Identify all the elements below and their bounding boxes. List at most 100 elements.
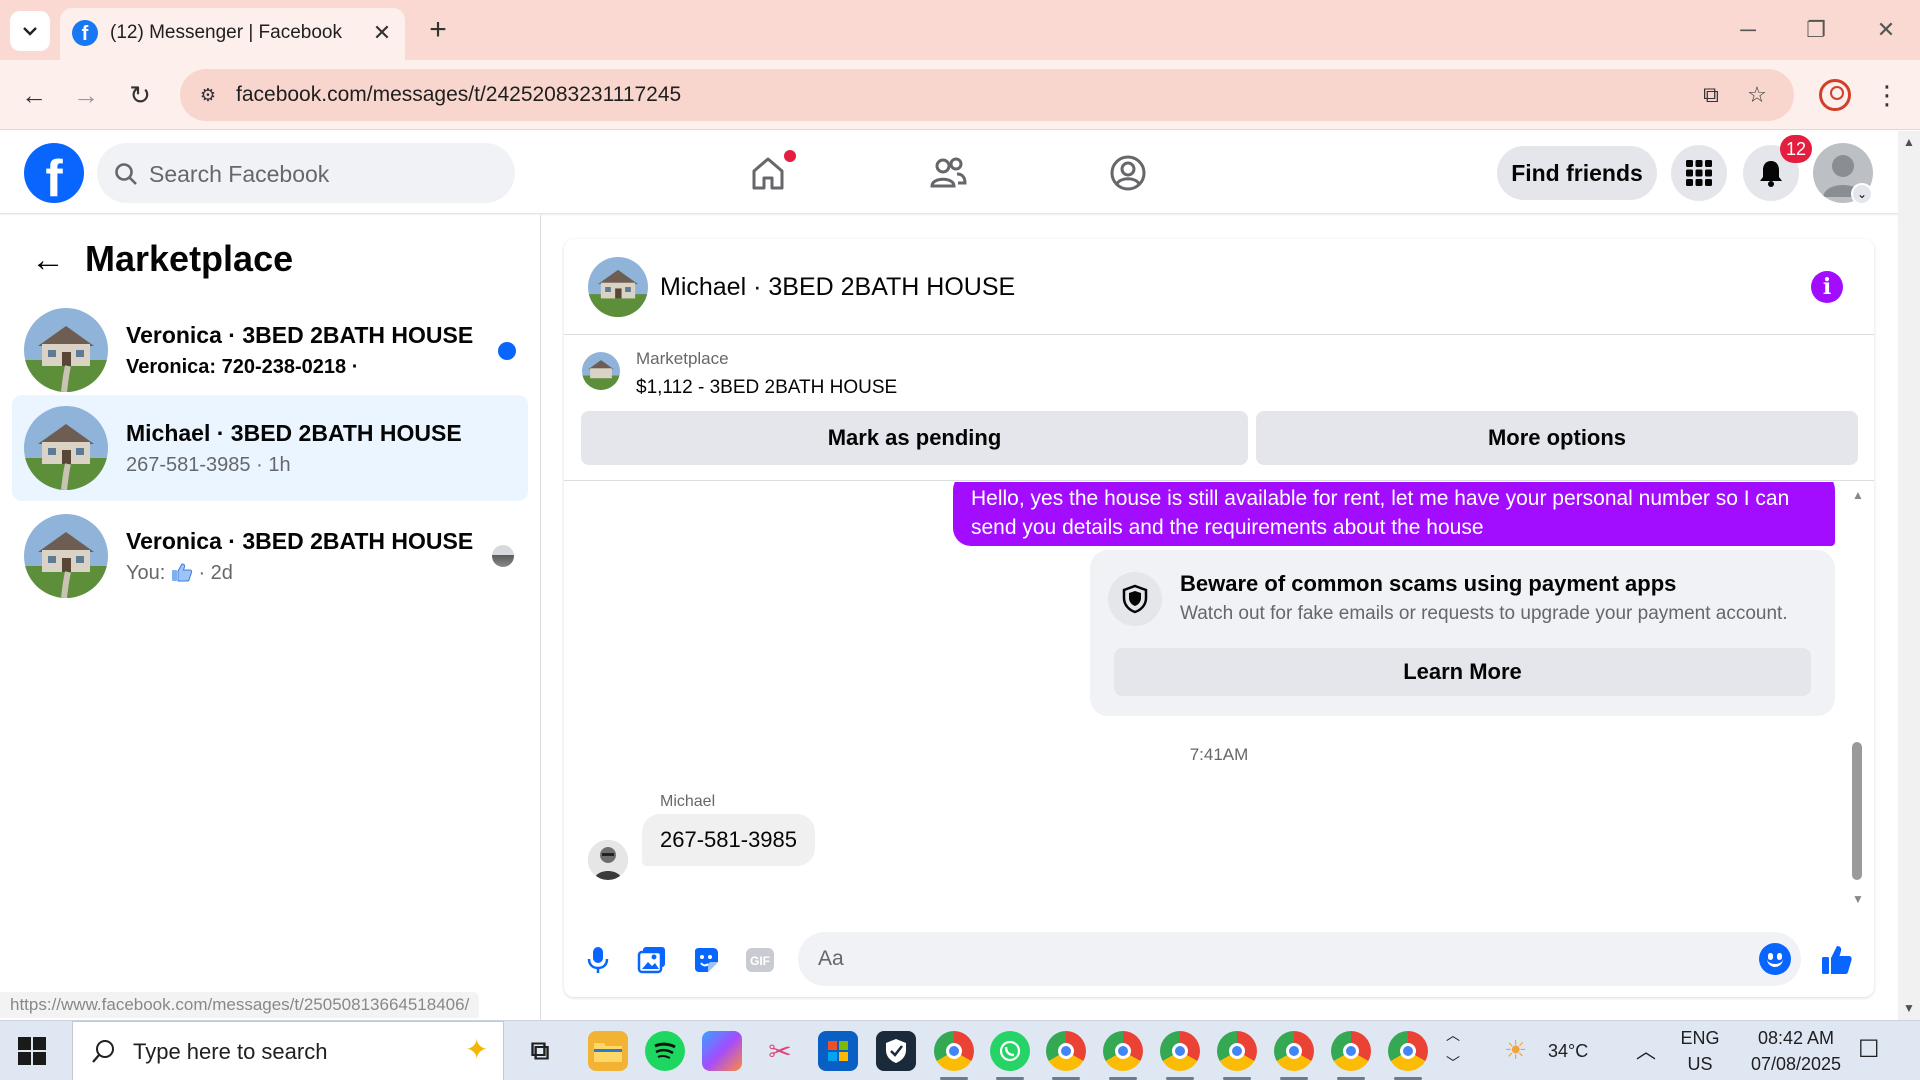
- conversation-item[interactable]: Veronica · 3BED 2BATH HOUSE You: · 2d: [12, 503, 528, 609]
- input-region[interactable]: US: [1680, 1053, 1720, 1075]
- new-tab-button[interactable]: +: [420, 13, 456, 49]
- page-scroll-down-icon[interactable]: ▼: [1903, 1001, 1915, 1015]
- scam-warning-title: Beware of common scams using payment app…: [1180, 571, 1677, 596]
- chrome-profile-icon[interactable]: [1331, 1031, 1371, 1080]
- info-icon[interactable]: i: [1811, 271, 1843, 303]
- install-app-icon[interactable]: ⧉: [1696, 80, 1726, 110]
- message-input[interactable]: Aa: [798, 932, 1801, 986]
- nav-profile[interactable]: [1098, 145, 1158, 201]
- conversation-preview: Veronica: 720-238-0218 ·: [126, 356, 359, 378]
- thread-scroll-up-icon[interactable]: ▲: [1852, 488, 1864, 502]
- incoming-message-bubble[interactable]: 267-581-3985: [642, 814, 816, 866]
- tab-list-button[interactable]: [10, 11, 50, 51]
- show-hidden-icons-chevron-icon[interactable]: ︿: [1636, 1035, 1656, 1064]
- shield-icon: [1108, 572, 1162, 626]
- emoji-icon[interactable]: [1759, 943, 1791, 975]
- search-icon: [92, 1040, 114, 1063]
- chrome-profile-icon[interactable]: [1103, 1031, 1143, 1080]
- house-thumbnail: [24, 514, 108, 598]
- chat-title[interactable]: Michael · 3BED 2BATH HOUSE: [660, 272, 1015, 302]
- clock-time[interactable]: 08:42 AM: [1736, 1027, 1856, 1049]
- tab-close-icon[interactable]: ✕: [369, 20, 395, 46]
- find-friends-button[interactable]: Find friends: [1497, 146, 1657, 200]
- listing-price-title[interactable]: $1,112 - 3BED 2BATH HOUSE: [636, 376, 897, 400]
- chrome-profile-icon[interactable]: [1217, 1031, 1257, 1080]
- status-bar-url: https://www.facebook.com/messages/t/2505…: [0, 992, 480, 1018]
- message-composer: GIF Aa: [564, 922, 1874, 997]
- weather-temperature[interactable]: 34°C: [1548, 1040, 1588, 1062]
- listing-thumbnail[interactable]: [582, 352, 620, 390]
- taskbar-search-placeholder: Type here to search: [133, 1039, 328, 1064]
- house-thumbnail: [24, 308, 108, 392]
- notification-center-icon[interactable]: ☐: [1858, 1035, 1880, 1064]
- message-timestamp: 7:41AM: [1189, 745, 1249, 764]
- menu-grid-button[interactable]: [1671, 145, 1727, 201]
- taskbar-scroll-up-icon[interactable]: ︿: [1446, 1025, 1460, 1045]
- clock-date[interactable]: 07/08/2025: [1736, 1053, 1856, 1075]
- microphone-icon[interactable]: [582, 944, 614, 976]
- input-language[interactable]: ENG: [1680, 1027, 1720, 1049]
- page-scrollbar[interactable]: ▲ ▼: [1898, 131, 1920, 1020]
- microsoft-store-icon[interactable]: [818, 1031, 858, 1071]
- taskbar-scroll-down-icon[interactable]: ﹀: [1446, 1053, 1460, 1073]
- spotify-icon[interactable]: [645, 1031, 685, 1071]
- facebook-favicon-icon: f: [72, 20, 98, 46]
- chrome-icon[interactable]: [934, 1031, 974, 1080]
- page-scroll-up-icon[interactable]: ▲: [1903, 135, 1915, 149]
- message-input-placeholder: Aa: [818, 947, 844, 970]
- more-options-button[interactable]: More options: [1256, 411, 1858, 465]
- sender-avatar[interactable]: [588, 840, 628, 880]
- forward-icon[interactable]: →: [66, 75, 106, 115]
- photo-gallery-icon[interactable]: [636, 944, 668, 976]
- snipping-tool-icon[interactable]: ✂: [760, 1031, 800, 1071]
- close-window-icon[interactable]: ✕: [1866, 12, 1906, 48]
- security-app-icon[interactable]: [876, 1031, 916, 1071]
- thread-scrollbar-thumb[interactable]: [1852, 742, 1862, 880]
- windows-start-icon[interactable]: [18, 1037, 46, 1065]
- browser-profile-icon[interactable]: [1819, 79, 1851, 111]
- scam-warning-text: Watch out for fake emails or requests to…: [1180, 603, 1788, 624]
- notification-count-badge: 12: [1780, 135, 1813, 163]
- windows-taskbar: Type here to search ✦ ⧉ ✂ ︿ ﹀ ☀ 34°C ︿ E…: [0, 1020, 1920, 1080]
- chrome-profile-icon[interactable]: [1388, 1031, 1428, 1080]
- address-bar[interactable]: ⚙ facebook.com/messages/t/24252083231117…: [180, 69, 1794, 121]
- incoming-sender-name: Michael: [660, 793, 716, 810]
- copilot-icon[interactable]: [702, 1031, 742, 1071]
- sticker-icon[interactable]: [690, 944, 722, 976]
- chat-house-avatar[interactable]: [588, 257, 648, 317]
- back-arrow-icon[interactable]: ←: [28, 240, 68, 280]
- chrome-profile-icon[interactable]: [1274, 1031, 1314, 1080]
- reload-icon[interactable]: ↻: [120, 75, 160, 115]
- url-text[interactable]: facebook.com/messages/t/2425208323111724…: [236, 81, 681, 109]
- chrome-profile-icon[interactable]: [1160, 1031, 1200, 1080]
- facebook-logo[interactable]: f: [24, 143, 84, 203]
- conversation-item[interactable]: Veronica · 3BED 2BATH HOUSE Veronica: 72…: [12, 297, 528, 403]
- thread-scroll-down-icon[interactable]: ▼: [1852, 892, 1864, 906]
- back-icon[interactable]: ←: [14, 75, 54, 115]
- whatsapp-icon[interactable]: [990, 1031, 1030, 1080]
- bookmark-star-icon[interactable]: ☆: [1742, 80, 1772, 110]
- account-chevron-icon[interactable]: ⌄: [1851, 183, 1873, 205]
- seen-avatar-icon: [492, 545, 514, 567]
- preview-suffix: · 2d: [198, 562, 233, 584]
- restore-icon[interactable]: ❐: [1796, 12, 1836, 48]
- chrome-profile-icon[interactable]: [1046, 1031, 1086, 1080]
- like-thumbs-up-icon[interactable]: [1821, 944, 1853, 976]
- file-explorer-icon[interactable]: [588, 1031, 628, 1071]
- weather-sun-icon[interactable]: ☀: [1504, 1035, 1527, 1066]
- learn-more-button[interactable]: Learn More: [1114, 648, 1811, 696]
- facebook-search[interactable]: Search Facebook: [97, 143, 515, 203]
- gif-icon[interactable]: GIF: [744, 944, 776, 976]
- taskbar-search-box[interactable]: Type here to search ✦: [72, 1021, 504, 1080]
- outgoing-message-bubble[interactable]: Hello, yes the house is still available …: [953, 482, 1835, 546]
- site-info-icon[interactable]: ⚙: [194, 81, 222, 109]
- browser-tab[interactable]: f (12) Messenger | Facebook ✕: [60, 8, 405, 60]
- conversation-item-active[interactable]: Michael · 3BED 2BATH HOUSE 267-581-3985 …: [12, 395, 528, 501]
- task-view-icon[interactable]: ⧉: [520, 1031, 560, 1071]
- nav-friends[interactable]: [918, 145, 978, 201]
- search-icon: [115, 163, 137, 185]
- mark-as-pending-button[interactable]: Mark as pending: [581, 411, 1248, 465]
- minimize-icon[interactable]: ─: [1728, 12, 1768, 48]
- conversation-name: Veronica · 3BED 2BATH HOUSE: [126, 322, 474, 348]
- browser-menu-icon[interactable]: ⋮: [1872, 75, 1902, 115]
